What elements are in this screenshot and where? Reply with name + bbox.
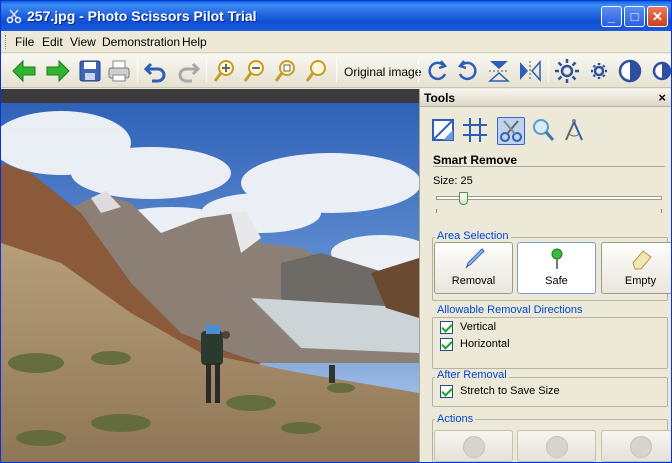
tools-panel-title: Tools	[424, 91, 456, 105]
mountain-photo	[1, 103, 419, 462]
title-bar[interactable]: 257.jpg - Photo Scissors Pilot Trial _ □…	[1, 1, 671, 31]
image-ruler-strip	[1, 89, 419, 103]
menu-bar: File Edit View Demonstration Help	[1, 31, 671, 53]
menu-edit[interactable]: Edit	[42, 35, 63, 49]
window-title: 257.jpg - Photo Scissors Pilot Trial	[27, 8, 257, 24]
safe-label: Safe	[545, 275, 568, 287]
vertical-checkbox[interactable]	[440, 321, 453, 334]
vertical-label: Vertical	[460, 321, 497, 333]
area-selection-title: Area Selection	[435, 230, 511, 242]
stop-action-button[interactable]	[517, 430, 596, 462]
rotate-ccw-icon[interactable]	[455, 58, 481, 84]
size-slider-track[interactable]	[436, 196, 662, 200]
tools-panel-header: Tools ×	[420, 89, 671, 107]
rotate-cw-icon[interactable]	[424, 58, 450, 84]
zoom-in-icon[interactable]	[212, 58, 238, 84]
toolbar-separator	[137, 60, 138, 82]
save-icon[interactable]	[77, 58, 103, 84]
horizontal-checkbox[interactable]	[440, 338, 453, 351]
forward-arrow-icon[interactable]	[45, 58, 71, 84]
stretch-checkbox[interactable]	[440, 385, 453, 398]
smart-remove-scissors-icon[interactable]	[497, 117, 525, 145]
empty-label: Empty	[624, 275, 657, 287]
print-icon[interactable]	[106, 58, 132, 84]
zoom-out-icon[interactable]	[242, 58, 268, 84]
removal-button[interactable]: Removal	[434, 242, 513, 294]
menu-help[interactable]: Help	[182, 35, 207, 49]
play-icon	[463, 436, 485, 458]
pen-icon	[465, 248, 485, 269]
toolbar-separator	[206, 60, 207, 82]
menu-file[interactable]: File	[15, 35, 34, 49]
toolbar: Original image	[1, 54, 671, 88]
toolbar-separator	[548, 60, 549, 82]
eraser-icon	[632, 250, 652, 270]
contrast-icon[interactable]	[617, 58, 643, 84]
compass-tool-icon[interactable]	[561, 117, 589, 145]
reset-icon	[630, 436, 652, 458]
directions-title: Allowable Removal Directions	[435, 304, 585, 316]
actions-title: Actions	[435, 413, 476, 425]
close-button[interactable]: ✕	[647, 6, 668, 27]
flip-horizontal-icon[interactable]	[517, 58, 543, 84]
zoom-actual-icon[interactable]	[304, 58, 330, 84]
flip-vertical-icon[interactable]	[486, 58, 512, 84]
brightness-small-icon[interactable]	[586, 58, 612, 84]
tools-panel-close-icon[interactable]: ×	[658, 90, 666, 105]
size-label: Size: 25	[433, 175, 473, 187]
reset-action-button[interactable]	[601, 430, 671, 462]
menu-demonstration[interactable]: Demonstration	[102, 35, 180, 49]
after-removal-title: After Removal	[435, 369, 509, 381]
size-slider-thumb[interactable]	[459, 192, 469, 205]
toolbar-separator	[336, 60, 337, 82]
smart-remove-title: Smart Remove	[433, 153, 518, 167]
scissors-app-icon	[6, 9, 22, 24]
toolbar-separator	[418, 60, 419, 82]
play-action-button[interactable]	[434, 430, 513, 462]
stop-icon	[546, 436, 568, 458]
empty-button[interactable]: Empty	[601, 242, 671, 294]
minimize-button[interactable]: _	[601, 6, 622, 27]
tools-panel: Tools × Smart Remove Size: 25 Area Selec…	[419, 89, 671, 462]
image-canvas[interactable]	[1, 103, 419, 462]
brightness-icon[interactable]	[554, 58, 580, 84]
horizontal-label: Horizontal	[460, 338, 510, 350]
pin-icon	[551, 248, 563, 269]
crop-grid-icon[interactable]	[462, 117, 490, 145]
stretch-label: Stretch to Save Size	[460, 385, 560, 397]
original-image-button[interactable]: Original image	[344, 65, 421, 79]
menu-grip	[5, 35, 8, 49]
size-slider-ticks	[436, 209, 662, 213]
app-window: 257.jpg - Photo Scissors Pilot Trial _ □…	[0, 0, 672, 463]
section-divider	[433, 166, 665, 167]
contrast-small-icon[interactable]	[649, 58, 671, 84]
back-arrow-icon[interactable]	[11, 58, 37, 84]
maximize-button[interactable]: □	[624, 6, 645, 27]
redo-icon[interactable]	[175, 58, 201, 84]
safe-button[interactable]: Safe	[517, 242, 596, 294]
menu-view[interactable]: View	[70, 35, 96, 49]
magnifier-icon[interactable]	[530, 117, 558, 145]
crop-resize-icon[interactable]	[430, 117, 458, 145]
undo-icon[interactable]	[143, 58, 169, 84]
removal-label: Removal	[451, 275, 496, 287]
zoom-fit-icon[interactable]	[273, 58, 299, 84]
